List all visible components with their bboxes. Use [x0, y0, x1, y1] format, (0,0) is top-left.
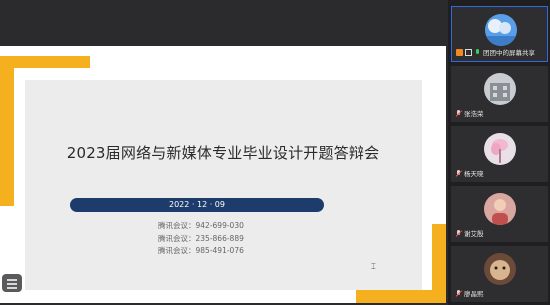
- participant-tile[interactable]: 团团中的屏幕共享: [451, 6, 548, 62]
- date-banner: 2022 · 12 · 09: [70, 198, 324, 212]
- participant-name: 团团中的屏幕共享: [483, 49, 535, 57]
- list-icon-line: [7, 287, 17, 289]
- mic-icon: [474, 48, 481, 56]
- participant-tile[interactable]: 杨天晓: [451, 126, 548, 182]
- list-icon-line: [7, 283, 17, 285]
- slide-decoration-left-bar: [0, 56, 14, 206]
- avatar: [484, 133, 516, 165]
- sky-avatar-icon: [485, 14, 517, 46]
- list-icon-line: [7, 279, 17, 281]
- meeting-id-line: 腾讯会议：942-699-030: [158, 221, 244, 230]
- meeting-id-line: 腾讯会议：985-491-076: [158, 246, 244, 255]
- participant-tile[interactable]: 张浩荣: [451, 66, 548, 122]
- participant-tile[interactable]: 廖晶熙: [451, 246, 548, 302]
- pet-avatar-icon: [484, 253, 516, 285]
- slide-title: 2023届网络与新媒体专业毕业设计开题答辩会: [66, 144, 380, 162]
- mic-muted-icon: [455, 229, 462, 237]
- participant-name: 谢艾殷: [464, 230, 484, 238]
- slide-content-panel: [25, 80, 422, 290]
- flower-avatar-icon: [484, 133, 516, 165]
- participant-tile[interactable]: 谢艾殷: [451, 186, 548, 242]
- meeting-id-line: 腾讯会议：235-866-889: [158, 233, 244, 243]
- slide-decoration-bottom-right: [356, 290, 446, 303]
- host-icon: [456, 48, 463, 56]
- participant-name: 张浩荣: [464, 110, 484, 118]
- meeting-id-list: 腾讯会议：942-699-030 腾讯会议：235-866-889 腾讯会议：9…: [158, 220, 244, 258]
- avatar: [484, 73, 516, 105]
- participant-name: 杨天晓: [464, 170, 484, 178]
- mouse-cursor-icon: ⌶: [371, 262, 376, 271]
- shared-screen-area: 2023届网络与新媒体专业毕业设计开题答辩会 2022 · 12 · 09 腾讯…: [0, 0, 446, 305]
- presentation-slide: 2023届网络与新媒体专业毕业设计开题答辩会 2022 · 12 · 09 腾讯…: [0, 46, 446, 303]
- person-avatar-icon: [484, 193, 516, 225]
- participant-panel: 团团中的屏幕共享 张浩荣 杨天晓 谢艾殷 廖晶熙: [448, 0, 550, 305]
- participant-name: 廖晶熙: [464, 290, 484, 298]
- avatar: [484, 253, 516, 285]
- mic-muted-icon: [455, 109, 462, 117]
- building-avatar-icon: [484, 73, 516, 105]
- chat-list-button[interactable]: [2, 274, 22, 292]
- avatar: [484, 193, 516, 225]
- mic-muted-icon: [455, 169, 462, 177]
- avatar: [485, 14, 517, 46]
- screen-share-icon: [465, 48, 472, 56]
- mic-muted-icon: [455, 289, 462, 297]
